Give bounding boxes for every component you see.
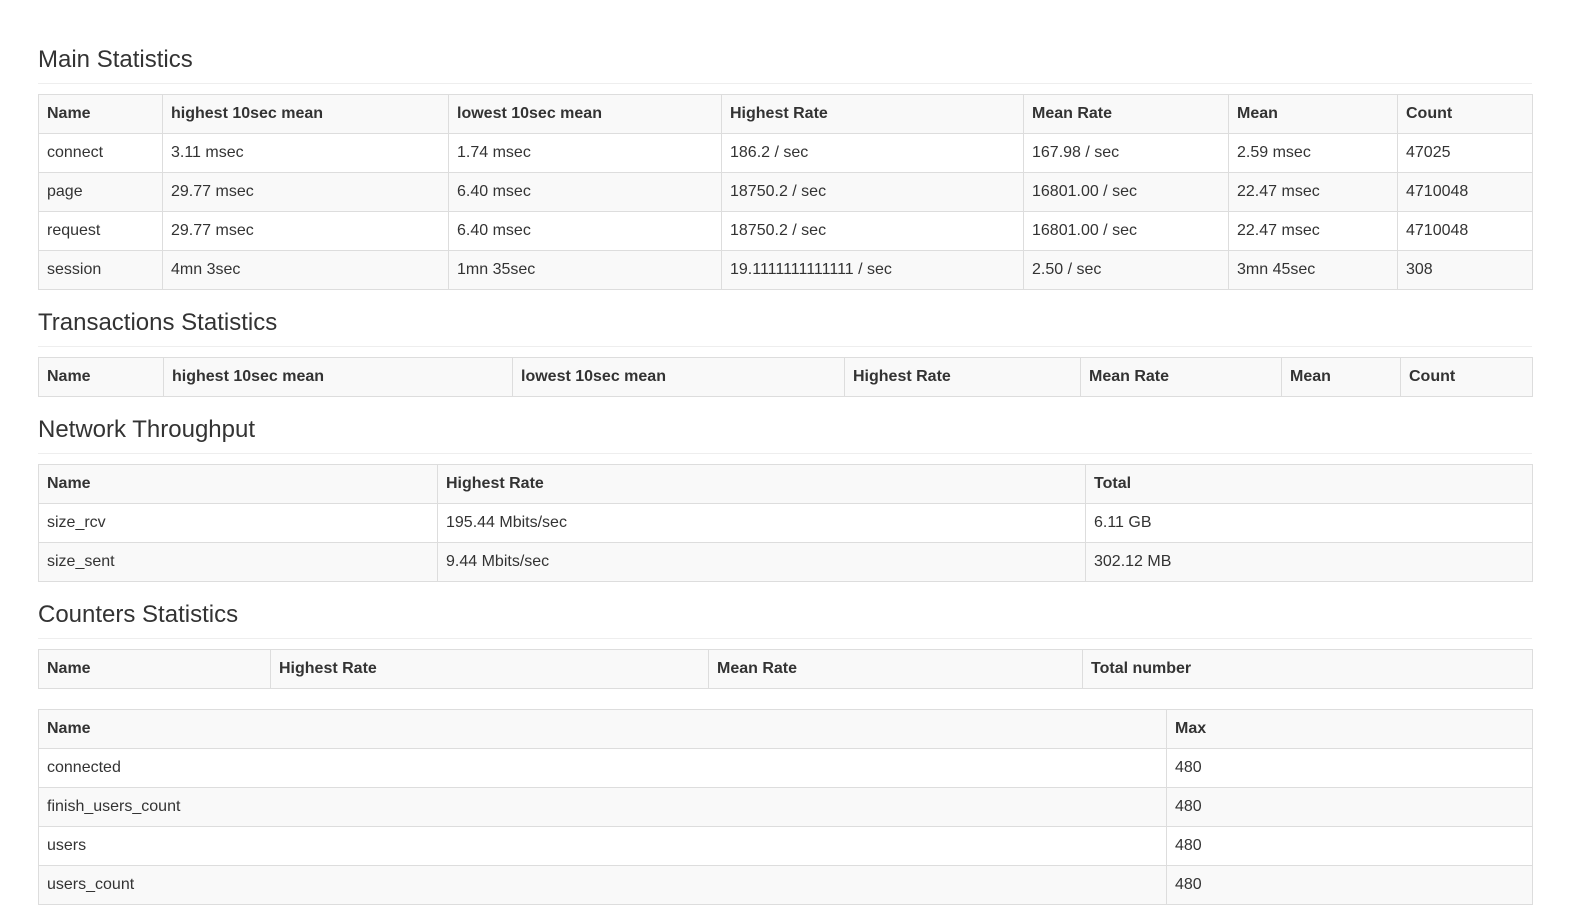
table-row: connected 480 <box>38 748 1533 788</box>
column-header[interactable]: Mean <box>1228 94 1398 134</box>
table-cell: 18750.2 / sec <box>721 172 1024 212</box>
table-row: size_sent 9.44 Mbits/sec 302.12 MB <box>38 542 1533 582</box>
column-header[interactable]: Total number <box>1082 649 1533 689</box>
table-cell: 22.47 msec <box>1228 172 1398 212</box>
table-row: users 480 <box>38 826 1533 866</box>
column-header[interactable]: highest 10sec mean <box>162 94 449 134</box>
table-cell: 480 <box>1166 748 1533 788</box>
table-cell: size_sent <box>38 542 438 582</box>
column-header[interactable]: Mean <box>1281 357 1401 397</box>
table-row: size_rcv 195.44 Mbits/sec 6.11 GB <box>38 503 1533 543</box>
transactions-statistics-title: Transactions Statistics <box>38 309 1532 347</box>
table-cell: 6.40 msec <box>448 211 722 251</box>
column-header[interactable]: Max <box>1166 709 1533 749</box>
table-row: connect 3.11 msec 1.74 msec 186.2 / sec … <box>38 133 1533 173</box>
column-header[interactable]: Highest Rate <box>437 464 1086 504</box>
table-cell: 29.77 msec <box>162 172 449 212</box>
table-cell: 480 <box>1166 865 1533 905</box>
table-cell: 18750.2 / sec <box>721 211 1024 251</box>
table-cell: size_rcv <box>38 503 438 543</box>
table-cell: 308 <box>1397 250 1533 290</box>
counters-statistics-title: Counters Statistics <box>38 601 1532 639</box>
table-row: session 4mn 3sec 1mn 35sec 19.1111111111… <box>38 250 1533 290</box>
table-cell: connect <box>38 133 163 173</box>
table-cell: 3.11 msec <box>162 133 449 173</box>
counters-statistics-section: Counters Statistics Name Highest Rate Me… <box>38 601 1533 905</box>
table-cell: 167.98 / sec <box>1023 133 1229 173</box>
table-cell: users <box>38 826 1167 866</box>
column-header[interactable]: Mean Rate <box>708 649 1083 689</box>
table-row: users_count 480 <box>38 865 1533 905</box>
table-cell: 6.11 GB <box>1085 503 1533 543</box>
network-throughput-section: Network Throughput Name Highest Rate Tot… <box>38 416 1533 582</box>
report-container: Main Statistics Name highest 10sec mean … <box>38 0 1533 905</box>
table-cell: 3mn 45sec <box>1228 250 1398 290</box>
column-header[interactable]: Name <box>38 709 1167 749</box>
column-header[interactable]: Highest Rate <box>721 94 1024 134</box>
table-cell: 480 <box>1166 826 1533 866</box>
column-header[interactable]: Name <box>38 357 164 397</box>
table-cell: 29.77 msec <box>162 211 449 251</box>
counters-max-table: Name Max connected 480 finish_users_coun… <box>38 709 1533 905</box>
table-cell: 9.44 Mbits/sec <box>437 542 1086 582</box>
table-row: page 29.77 msec 6.40 msec 18750.2 / sec … <box>38 172 1533 212</box>
table-cell: 19.1111111111111 / sec <box>721 250 1024 290</box>
table-cell: 16801.00 / sec <box>1023 211 1229 251</box>
column-header[interactable]: Count <box>1397 94 1533 134</box>
table-cell: 4710048 <box>1397 211 1533 251</box>
column-header[interactable]: Total <box>1085 464 1533 504</box>
column-header[interactable]: Name <box>38 649 271 689</box>
table-cell: page <box>38 172 163 212</box>
column-header[interactable]: Name <box>38 94 163 134</box>
table-cell: 186.2 / sec <box>721 133 1024 173</box>
table-cell: connected <box>38 748 1167 788</box>
column-header[interactable]: Highest Rate <box>270 649 709 689</box>
table-cell: 47025 <box>1397 133 1533 173</box>
table-cell: 2.59 msec <box>1228 133 1398 173</box>
table-cell: 4710048 <box>1397 172 1533 212</box>
column-header[interactable]: Count <box>1400 357 1533 397</box>
table-cell: 16801.00 / sec <box>1023 172 1229 212</box>
table-header-row: Name highest 10sec mean lowest 10sec mea… <box>38 94 1533 134</box>
table-header-row: Name Max <box>38 709 1533 749</box>
table-cell: 302.12 MB <box>1085 542 1533 582</box>
main-statistics-section: Main Statistics Name highest 10sec mean … <box>38 46 1533 290</box>
table-cell: finish_users_count <box>38 787 1167 827</box>
table-row: request 29.77 msec 6.40 msec 18750.2 / s… <box>38 211 1533 251</box>
column-header[interactable]: Highest Rate <box>844 357 1081 397</box>
network-throughput-title: Network Throughput <box>38 416 1532 454</box>
table-cell: 6.40 msec <box>448 172 722 212</box>
column-header[interactable]: highest 10sec mean <box>163 357 513 397</box>
table-row: finish_users_count 480 <box>38 787 1533 827</box>
table-cell: 22.47 msec <box>1228 211 1398 251</box>
transactions-statistics-table: Name highest 10sec mean lowest 10sec mea… <box>38 357 1533 397</box>
table-cell: 480 <box>1166 787 1533 827</box>
column-header[interactable]: lowest 10sec mean <box>512 357 845 397</box>
table-cell: 1mn 35sec <box>448 250 722 290</box>
main-statistics-table: Name highest 10sec mean lowest 10sec mea… <box>38 94 1533 290</box>
table-cell: 1.74 msec <box>448 133 722 173</box>
table-header-row: Name Highest Rate Mean Rate Total number <box>38 649 1533 689</box>
table-cell: 4mn 3sec <box>162 250 449 290</box>
column-header[interactable]: Mean Rate <box>1080 357 1282 397</box>
column-header[interactable]: Mean Rate <box>1023 94 1229 134</box>
table-cell: 2.50 / sec <box>1023 250 1229 290</box>
table-cell: session <box>38 250 163 290</box>
table-header-row: Name highest 10sec mean lowest 10sec mea… <box>38 357 1533 397</box>
counters-statistics-table: Name Highest Rate Mean Rate Total number <box>38 649 1533 689</box>
table-cell: users_count <box>38 865 1167 905</box>
table-cell: 195.44 Mbits/sec <box>437 503 1086 543</box>
table-cell: request <box>38 211 163 251</box>
column-header[interactable]: Name <box>38 464 438 504</box>
network-throughput-table: Name Highest Rate Total size_rcv 195.44 … <box>38 464 1533 582</box>
table-header-row: Name Highest Rate Total <box>38 464 1533 504</box>
main-statistics-title: Main Statistics <box>38 46 1532 84</box>
column-header[interactable]: lowest 10sec mean <box>448 94 722 134</box>
transactions-statistics-section: Transactions Statistics Name highest 10s… <box>38 309 1533 397</box>
